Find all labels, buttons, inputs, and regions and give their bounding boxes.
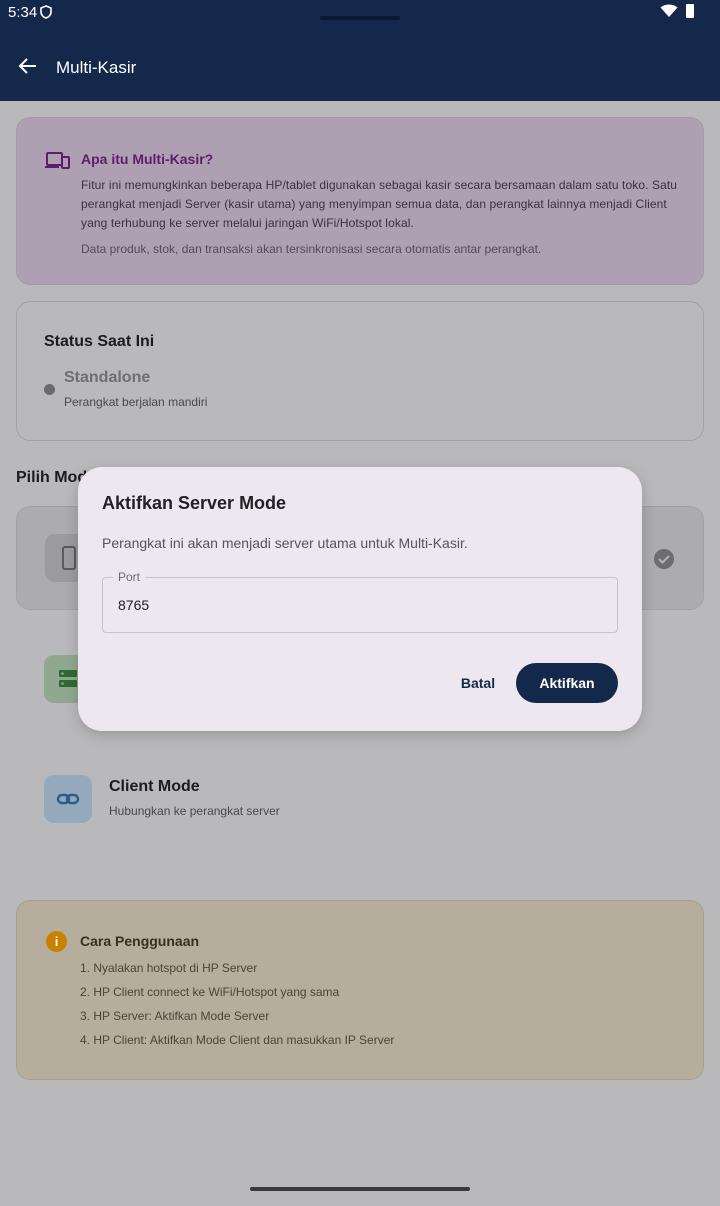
status-heading: Status Saat Ini: [44, 333, 155, 350]
port-field[interactable]: Port: [102, 570, 618, 633]
status-bar: 5:34: [0, 0, 720, 28]
usage-steps: 1. Nyalakan hotspot di HP Server 2. HP C…: [80, 961, 394, 1057]
port-input[interactable]: [118, 594, 598, 616]
gesture-bar[interactable]: [250, 1187, 470, 1191]
app-bar: Multi-Kasir: [0, 28, 720, 101]
page-title: Multi-Kasir: [56, 58, 137, 77]
cancel-button[interactable]: Batal: [450, 663, 506, 703]
status-card: Status Saat Ini Standalone Perangkat ber…: [16, 301, 704, 441]
devices-icon: [45, 151, 71, 176]
shield-icon: [40, 5, 52, 24]
status-desc: Perangkat berjalan mandiri: [64, 395, 208, 409]
status-dot: [44, 384, 55, 395]
usage-step: 2. HP Client connect ke WiFi/Hotspot yan…: [80, 985, 340, 999]
client-mode-desc: Hubungkan ke perangkat server: [109, 804, 280, 818]
info-icon: i: [46, 931, 67, 952]
battery-icon: [686, 4, 694, 18]
usage-step: 3. HP Server: Aktifkan Mode Server: [80, 1009, 270, 1023]
dialog-message: Perangkat ini akan menjadi server utama …: [102, 535, 468, 551]
mode-section-title: Pilih Mod: [16, 469, 88, 486]
info-body: Fitur ini memungkinkan beberapa HP/table…: [81, 178, 678, 230]
camera-notch: [320, 16, 400, 20]
client-mode-title[interactable]: Client Mode: [109, 778, 200, 796]
status-time: 5:34: [8, 4, 38, 21]
check-circle-icon: [653, 548, 675, 575]
usage-card: i Cara Penggunaan 1. Nyalakan hotspot di…: [16, 900, 704, 1080]
back-arrow-icon[interactable]: [18, 56, 38, 81]
wifi-icon: [660, 4, 678, 23]
info-heading: Apa itu Multi-Kasir?: [81, 151, 214, 167]
activate-button[interactable]: Aktifkan: [516, 663, 618, 703]
status-mode: Standalone: [64, 369, 151, 386]
info-card: Apa itu Multi-Kasir? Fitur ini memungkin…: [16, 117, 704, 285]
dialog-title: Aktifkan Server Mode: [102, 493, 287, 513]
usage-heading: Cara Penggunaan: [80, 933, 200, 949]
usage-step: 4. HP Client: Aktifkan Mode Client dan m…: [80, 1033, 395, 1047]
port-label: Port: [113, 570, 146, 584]
usage-step: 1. Nyalakan hotspot di HP Server: [80, 961, 258, 975]
link-icon[interactable]: [44, 775, 92, 823]
info-note: Data produk, stok, dan transaksi akan te…: [81, 242, 542, 256]
server-mode-dialog: Aktifkan Server Mode Perangkat ini akan …: [78, 467, 642, 731]
